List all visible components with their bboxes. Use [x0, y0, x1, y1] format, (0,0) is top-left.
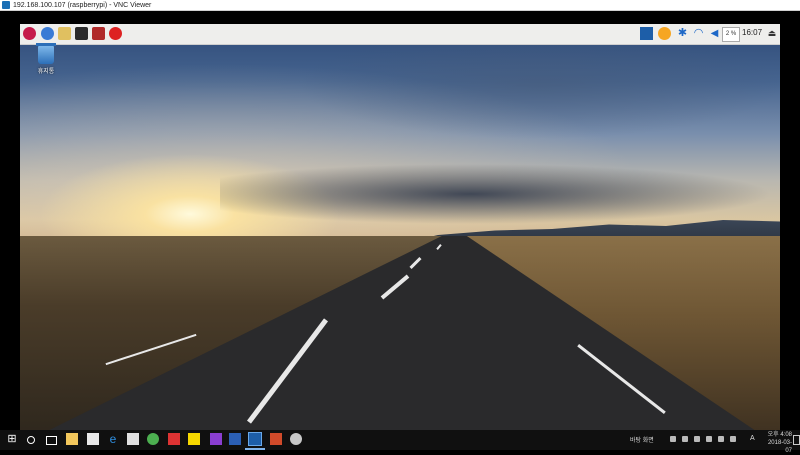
- search-icon[interactable]: [27, 436, 35, 444]
- eject-icon[interactable]: ⏏: [766, 27, 778, 40]
- raspberry-menu-icon[interactable]: [23, 27, 36, 40]
- ime-icon[interactable]: [658, 27, 671, 40]
- browser-icon[interactable]: [41, 27, 54, 40]
- app-icon[interactable]: [290, 433, 302, 445]
- task-view-icon[interactable]: [46, 436, 57, 445]
- keyboard-icon[interactable]: [730, 436, 736, 442]
- trash-desktop-icon[interactable]: 휴지통: [33, 43, 59, 75]
- volume-icon[interactable]: ◀: [708, 27, 721, 40]
- network-icon[interactable]: [706, 436, 712, 442]
- file-manager-icon[interactable]: [58, 27, 71, 40]
- trash-label: 휴지통: [37, 69, 55, 75]
- clock-time: 오후 4:08: [767, 432, 792, 438]
- edge-icon[interactable]: e: [107, 433, 119, 445]
- people-icon[interactable]: [670, 436, 676, 442]
- clock-date: 2018-03-07: [767, 440, 792, 454]
- cpu-monitor[interactable]: 2 %: [722, 27, 740, 42]
- onedrive-icon[interactable]: [694, 436, 700, 442]
- vnc-icon[interactable]: [640, 27, 653, 40]
- terminal-icon[interactable]: [75, 27, 88, 40]
- flash-icon[interactable]: [168, 433, 180, 445]
- kakaotalk-icon[interactable]: [188, 433, 200, 445]
- input-method-indicator[interactable]: A: [750, 435, 755, 442]
- desktop-toolbar-label[interactable]: 바탕 화면: [630, 435, 654, 444]
- taskbar-clock[interactable]: 오후 4:08 2018-03-07: [762, 431, 792, 455]
- store-icon[interactable]: [87, 433, 99, 445]
- chrome-icon[interactable]: [147, 433, 159, 445]
- bluetooth-icon[interactable]: ✱: [676, 27, 689, 40]
- window-title: 192.168.100.107 (raspberrypi) - VNC View…: [13, 1, 152, 9]
- vnc-viewport[interactable]: ✱ ◠ ◀ 2 % 16:07 ⏏ 휴지통: [0, 11, 800, 437]
- windows-taskbar: ⊞ e 바탕 화면 A 오후 4:08 2018-03-07: [0, 430, 800, 454]
- windows-start-icon[interactable]: ⊞: [6, 433, 18, 445]
- volume-tray-icon[interactable]: [718, 436, 724, 442]
- trash-icon: [36, 43, 56, 64]
- wolfram-icon[interactable]: [109, 27, 122, 40]
- notification-icon[interactable]: [793, 435, 800, 445]
- remote-desktop[interactable]: ✱ ◠ ◀ 2 % 16:07 ⏏ 휴지통: [20, 24, 780, 437]
- word-icon[interactable]: [229, 433, 241, 445]
- mail-icon[interactable]: [127, 433, 139, 445]
- wifi-icon[interactable]: ◠: [692, 27, 705, 40]
- wallpaper-cloud-band: [220, 164, 780, 224]
- visual-studio-icon[interactable]: [210, 433, 222, 445]
- chevron-up-icon[interactable]: [682, 436, 688, 442]
- vnc-viewer-taskbar-icon[interactable]: [248, 432, 262, 446]
- vnc-app-icon: [2, 1, 10, 9]
- vnc-title-bar: 192.168.100.107 (raspberrypi) - VNC View…: [0, 0, 800, 11]
- wallpaper-clouds: [300, 34, 780, 144]
- powerpoint-icon[interactable]: [270, 433, 282, 445]
- raspberry-pi-panel: ✱ ◠ ◀ 2 % 16:07 ⏏: [20, 24, 780, 45]
- panel-clock[interactable]: 16:07: [742, 28, 762, 37]
- math-icon[interactable]: [92, 27, 105, 40]
- file-explorer-icon[interactable]: [66, 433, 78, 445]
